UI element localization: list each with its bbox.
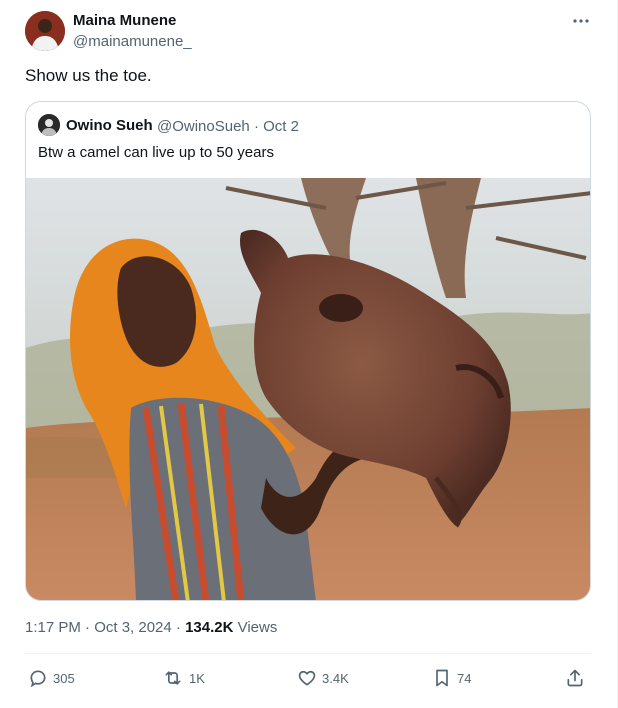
bookmark-button[interactable]: 74 [432,666,471,690]
repost-icon [162,668,184,688]
repost-button[interactable]: 1K [162,666,205,690]
like-count: 3.4K [322,670,349,686]
quoted-tweet[interactable]: Owino Sueh @OwinoSueh · Oct 2 Btw a came… [25,101,591,601]
reply-icon [28,668,48,688]
views-label: Views [233,619,278,636]
share-button[interactable] [565,666,585,690]
repost-count: 1K [189,670,205,686]
like-button[interactable]: 3.4K [297,666,349,690]
reply-button[interactable]: 305 [28,666,75,690]
tweet-card: Maina Munene @mainamunene_ Show us the t… [0,0,618,708]
author-avatar[interactable] [25,11,65,51]
quoted-media-photo[interactable] [26,178,590,600]
bookmark-icon [432,668,452,688]
bookmark-count: 74 [457,670,472,686]
quoted-author-avatar[interactable] [38,114,60,136]
tweet-meta: 1:17 PM · Oct 3, 2024 · 134.2K Views [25,619,277,636]
author-name[interactable]: Maina Munene [73,12,176,29]
divider [25,653,591,654]
quoted-author-handle-date[interactable]: @OwinoSueh · Oct 2 [157,118,299,135]
author-handle[interactable]: @mainamunene_ [73,33,192,50]
more-options-icon[interactable] [570,10,592,32]
quoted-author-name[interactable]: Owino Sueh [66,117,153,134]
share-icon [565,668,585,688]
tweet-text: Show us the toe. [25,66,152,85]
timestamp[interactable]: 1:17 PM · Oct 3, 2024 · [25,619,185,636]
heart-icon [297,668,317,688]
views-count: 134.2K [185,619,234,636]
quoted-tweet-text: Btw a camel can live up to 50 years [38,144,274,161]
reply-count: 305 [53,670,75,686]
